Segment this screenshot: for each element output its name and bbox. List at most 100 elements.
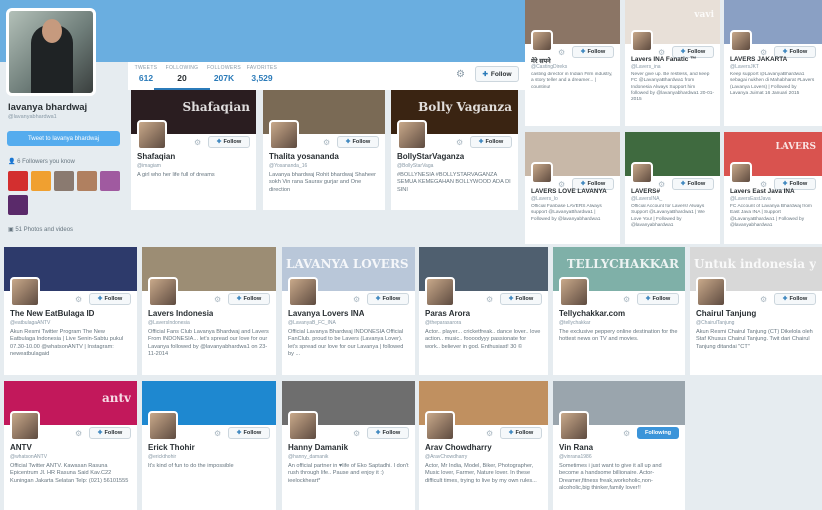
user-card-avatar[interactable]: [559, 411, 589, 441]
user-card-handle[interactable]: @BollyStarVaga: [397, 163, 433, 169]
user-card-name[interactable]: The New EatBulaga ID: [10, 309, 94, 318]
user-actions-gear-icon[interactable]: ⚙: [456, 138, 463, 147]
user-card-handle[interactable]: @AravChowdharry: [425, 454, 467, 460]
user-actions-gear-icon[interactable]: ⚙: [486, 429, 493, 438]
user-card[interactable]: TELLYCHAKKAR ⚙ ✚ Follow Tellychakkar.com @tel…: [553, 247, 685, 375]
user-card-handle[interactable]: @LaversEastJava: [730, 196, 771, 202]
user-card-handle[interactable]: @erickthohir: [148, 454, 176, 460]
user-card[interactable]: antv ⚙ ✚ Follow ANTV @whatsonANTV Official Twi…: [4, 381, 137, 510]
user-card-avatar[interactable]: [137, 120, 167, 150]
settings-gear-icon[interactable]: ⚙: [456, 69, 465, 80]
user-card-handle[interactable]: @Yosananda_16: [269, 163, 307, 169]
user-card-handle[interactable]: @theparasarora: [425, 320, 461, 326]
user-card-avatar[interactable]: [148, 277, 178, 307]
user-card-handle[interactable]: @CastingDireks: [531, 64, 567, 70]
user-card-avatar[interactable]: [559, 277, 589, 307]
user-card-name[interactable]: Arav Chowdharry: [425, 443, 492, 452]
user-card-name[interactable]: Paras Arora: [425, 309, 470, 318]
follow-button[interactable]: ✚ Follow: [367, 427, 409, 439]
user-actions-gear-icon[interactable]: ⚙: [353, 429, 360, 438]
user-card-name[interactable]: Tellychakkar.com: [559, 309, 625, 318]
user-card-avatar[interactable]: [696, 277, 726, 307]
user-card-handle[interactable]: @tellychakkar: [559, 320, 590, 326]
user-card-handle[interactable]: @imagiam: [137, 163, 161, 169]
follower-avatar[interactable]: [54, 171, 74, 191]
user-card-handle[interactable]: @eatbulagaANTV: [10, 320, 50, 326]
followers-you-know-link[interactable]: 👤 6 Followers you know: [8, 158, 75, 165]
user-card[interactable]: ⚙ ✚ Follow Erick Thohir @erickthohir It's kin…: [142, 381, 276, 510]
user-card[interactable]: Bolly Vaganza ⚙ ✚ Follow BollyStarVaganza @Bo…: [391, 90, 518, 210]
follow-button[interactable]: ✚ Follow: [774, 293, 816, 305]
user-card-avatar[interactable]: [288, 277, 318, 307]
follow-button[interactable]: ✚ Follow: [572, 46, 614, 58]
user-card[interactable]: LAVANYA LOVERS INA ⚙ ✚FollowLavanya Lovers…: [282, 247, 415, 375]
user-card-avatar[interactable]: [631, 30, 653, 52]
user-card[interactable]: Shafaqian ⚙ ✚ Follow Shafaqian @imagiam A girl…: [131, 90, 256, 210]
user-card-avatar[interactable]: [425, 277, 455, 307]
user-card-name[interactable]: Lavers East Java INA: [730, 188, 795, 195]
follow-button[interactable]: ✚ Follow: [89, 427, 131, 439]
user-card[interactable]: Untuk indonesia yang lebih baik ⚙ ✚Follow C…: [690, 247, 822, 375]
user-card-name[interactable]: Lavers INA Fanatic ™: [631, 56, 696, 63]
user-card-name[interactable]: LAVERS#: [631, 188, 660, 195]
user-actions-gear-icon[interactable]: ⚙: [558, 48, 565, 57]
user-card-name[interactable]: Chairul Tanjung: [696, 309, 756, 318]
user-actions-gear-icon[interactable]: ⚙: [323, 138, 330, 147]
user-card-avatar[interactable]: [631, 162, 653, 184]
user-card-handle[interactable]: @LavanyaB_FC_INA: [288, 320, 336, 326]
user-card-name[interactable]: Vin Rana: [559, 443, 593, 452]
user-card[interactable]: ⚙ ✚ Follow LAVERS# @LaversINA_ Official Accou…: [625, 132, 720, 244]
user-card-handle[interactable]: @whatsonANTV: [10, 454, 47, 460]
user-card-avatar[interactable]: [425, 411, 455, 441]
follower-avatar[interactable]: [8, 171, 28, 191]
user-actions-gear-icon[interactable]: ⚙: [486, 295, 493, 304]
user-card[interactable]: ⚙ ✚ Follow LAVERS LOVE LAVANYA @Lavers_lo Off…: [525, 132, 620, 244]
follow-button[interactable]: ✚ Follow: [637, 293, 679, 305]
follow-button[interactable]: ✚ Follow: [228, 293, 270, 305]
follow-button[interactable]: ✚ Follow: [500, 293, 542, 305]
user-actions-gear-icon[interactable]: ⚙: [623, 429, 630, 438]
user-actions-gear-icon[interactable]: ⚙: [760, 295, 767, 304]
user-card-avatar[interactable]: [288, 411, 318, 441]
user-actions-gear-icon[interactable]: ⚙: [214, 295, 221, 304]
user-card[interactable]: ⚙ ✚ Follow Paras Arora @theparasarora Actor..…: [419, 247, 548, 375]
stat-favorites[interactable]: FAVORITES 3,529: [234, 65, 290, 83]
user-card-handle[interactable]: @Lavers_lo: [531, 196, 558, 202]
user-actions-gear-icon[interactable]: ⚙: [75, 295, 82, 304]
user-card-avatar[interactable]: [730, 30, 752, 52]
follow-button[interactable]: ✚ Follow: [470, 136, 512, 148]
follower-avatar[interactable]: [8, 195, 28, 215]
user-card-handle[interactable]: @Lavers_ina: [631, 64, 661, 70]
follower-avatar[interactable]: [77, 171, 97, 191]
follow-button[interactable]: ✚ Follow: [672, 178, 714, 190]
follower-avatar[interactable]: [100, 171, 120, 191]
user-card-avatar[interactable]: [10, 277, 40, 307]
profile-avatar[interactable]: [6, 8, 96, 96]
user-card[interactable]: ⚙ ✚ Follow Hanny Damanik @hanny_damanik An of…: [282, 381, 415, 510]
user-card[interactable]: ⚙ Following Vin Rana @vinrana1986 Sometimes …: [553, 381, 685, 510]
user-card-name[interactable]: BollyStarVaganza: [397, 152, 464, 161]
user-card[interactable]: ⚙ ✚ Follow Thalita yosananda @Yosananda_16 La…: [263, 90, 385, 210]
user-card-avatar[interactable]: [397, 120, 427, 150]
user-card-name[interactable]: Hanny Damanik: [288, 443, 348, 452]
follow-button[interactable]: ✚ Follow: [367, 293, 409, 305]
user-card-handle[interactable]: @LaversIndonesia: [148, 320, 190, 326]
user-card[interactable]: ⚙ ✚ Follow The New EatBulaga ID @eatbulagaAN…: [4, 247, 137, 375]
user-card-name[interactable]: Lavers Indonesia: [148, 309, 213, 318]
user-card-name[interactable]: LAVERS LOVE LAVANYA: [531, 188, 607, 195]
user-card-avatar[interactable]: [531, 30, 553, 52]
user-card[interactable]: ⚙ ✚ Follow Lavers Indonesia @LaversIndonesia…: [142, 247, 276, 375]
follower-avatar[interactable]: [31, 171, 51, 191]
user-actions-gear-icon[interactable]: ⚙: [353, 295, 360, 304]
profile-follow-button[interactable]: ✚ Follow: [475, 66, 519, 82]
user-card-avatar[interactable]: [269, 120, 299, 150]
tweet-to-button[interactable]: Tweet to lavanya bhardwaj: [7, 131, 120, 146]
follow-button[interactable]: ✚ Follow: [337, 136, 379, 148]
follow-button[interactable]: ✚ Follow: [500, 427, 542, 439]
user-card-name[interactable]: ANTV: [10, 443, 32, 452]
user-actions-gear-icon[interactable]: ⚙: [623, 295, 630, 304]
user-card[interactable]: ⚙ ✚ Follow LAVERS JAKARTA @LaversJKT Keep sup…: [724, 0, 822, 126]
user-card-avatar[interactable]: [531, 162, 553, 184]
user-card[interactable]: ⚙ ✚ Follow मेरे सपने @CastingDireks casting d…: [525, 0, 620, 126]
user-card[interactable]: ⚙ ✚ Follow Arav Chowdharry @AravChowdharry Ac…: [419, 381, 548, 510]
